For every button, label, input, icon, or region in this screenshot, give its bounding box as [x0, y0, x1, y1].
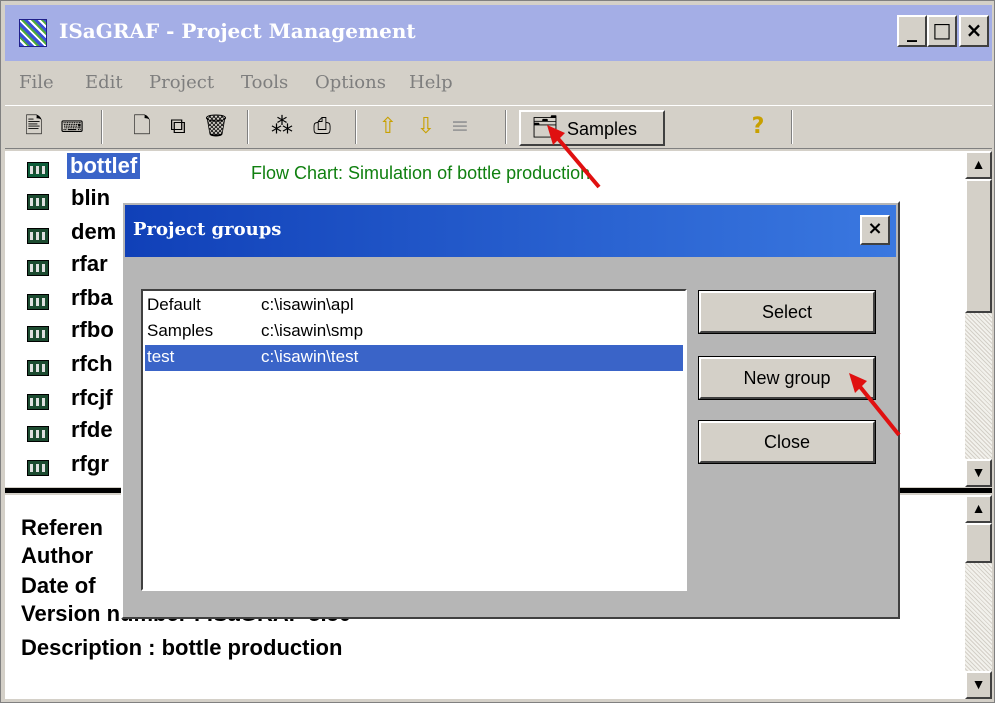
window-title: ISaGRAF - Project Management — [59, 19, 416, 43]
list-icon: ≡ — [450, 114, 470, 139]
group-list[interactable]: Default c:\isawin\apl Samples c:\isawin\… — [141, 289, 687, 591]
close-button-label: Close — [763, 432, 811, 452]
new-group-button[interactable]: New group — [699, 357, 875, 399]
select-button[interactable]: Select — [699, 291, 875, 333]
list-item[interactable]: bottlef Flow Chart: Simulation of bottle… — [17, 153, 917, 183]
project-description: Flow Chart: Simulation of bottle product… — [251, 163, 591, 183]
arrow-up-icon[interactable]: ⇧ — [373, 112, 403, 142]
menu-project[interactable]: Project — [149, 72, 214, 93]
toolbar-separator — [791, 110, 793, 144]
project-icon — [27, 294, 49, 310]
project-name: rfbo — [71, 317, 114, 342]
minimize-button[interactable]: _ — [897, 15, 927, 47]
project-icon — [27, 360, 49, 376]
title-bar[interactable]: ISaGRAF - Project Management _ □ × — [5, 5, 992, 61]
toolbar-separator — [505, 110, 507, 144]
scroll-down-button[interactable]: ▼ — [965, 671, 992, 699]
delete-project-icon[interactable]: 🗑 — [201, 112, 231, 142]
project-name: rfch — [71, 351, 113, 376]
project-icon — [27, 460, 49, 476]
project-icon — [27, 426, 49, 442]
project-icon — [27, 394, 49, 410]
project-name: blin — [71, 185, 111, 210]
project-icon — [27, 228, 49, 244]
close-window-button[interactable]: × — [959, 15, 989, 47]
samples-button[interactable]: 🗂 Samples — [519, 110, 665, 146]
arrow-down-icon[interactable]: ⇩ — [411, 112, 441, 142]
list-item-selected[interactable]: test c:\isawin\test — [145, 345, 683, 371]
project-name: rfde — [71, 417, 113, 442]
group-name: Default — [147, 295, 201, 314]
project-icon — [27, 260, 49, 276]
new-project-icon[interactable]: 🗋 — [127, 112, 157, 142]
project-info-icon[interactable]: 🖹 — [19, 112, 49, 142]
menu-help[interactable]: Help — [409, 72, 453, 93]
close-button[interactable]: Close — [699, 421, 875, 463]
folder-group-icon: 🗂 — [531, 114, 559, 139]
dialog-title-bar[interactable]: Project groups × — [125, 205, 896, 257]
print-icon[interactable]: ⎙ — [307, 112, 337, 142]
project-name: bottlef — [67, 153, 141, 179]
project-icon — [27, 194, 49, 210]
main-window: ISaGRAF - Project Management _ □ × File … — [0, 0, 995, 703]
project-groups-dialog: Project groups × Default c:\isawin\apl S… — [121, 201, 900, 619]
date-label: Date of — [21, 573, 96, 598]
group-path: c:\isawin\apl — [261, 295, 354, 314]
scroll-thumb[interactable] — [965, 523, 992, 563]
menu-tools[interactable]: Tools — [241, 72, 288, 93]
toolbar-separator — [247, 110, 249, 144]
new-group-button-label: New group — [743, 368, 831, 388]
info-scrollbar[interactable]: ▲ ▼ — [965, 495, 992, 699]
toolbar-separator — [355, 110, 357, 144]
project-icon — [27, 326, 49, 342]
scroll-up-button[interactable]: ▲ — [965, 151, 992, 179]
project-name: dem — [71, 219, 117, 244]
keyboard-icon[interactable]: ⌨ — [57, 112, 87, 142]
menu-options[interactable]: Options — [315, 72, 386, 93]
project-icon — [27, 162, 49, 178]
dialog-title: Project groups — [133, 219, 282, 240]
maximize-button[interactable]: □ — [927, 15, 957, 47]
group-path: c:\isawin\test — [261, 347, 359, 366]
project-name: rfcjf — [71, 385, 113, 410]
menu-bar: File Edit Project Tools Options Help — [5, 63, 992, 103]
dialog-close-icon[interactable]: × — [860, 215, 890, 245]
help-icon[interactable]: ? — [743, 112, 773, 142]
group-path: c:\isawin\smp — [261, 321, 364, 340]
scroll-up-button[interactable]: ▲ — [965, 495, 992, 523]
scroll-thumb[interactable] — [965, 179, 992, 313]
scroll-down-button[interactable]: ▼ — [965, 459, 992, 487]
list-item[interactable]: Default c:\isawin\apl — [145, 293, 683, 319]
project-name: rfgr — [71, 451, 109, 476]
isagraf-app-icon — [19, 19, 47, 47]
project-name: rfar — [71, 251, 108, 276]
toolbar: 🖹 ⌨ 🗋 ⧉ 🗑 ⁂ ⎙ ⇧ ⇩ ≡ 🗂 Samples ? — [5, 105, 992, 149]
group-name: test — [147, 347, 175, 366]
reference-label: Referen — [21, 515, 103, 540]
project-name: rfba — [71, 285, 113, 310]
project-list-scrollbar[interactable]: ▲ ▼ — [965, 151, 992, 487]
samples-label: Samples — [567, 119, 638, 139]
menu-file[interactable]: File — [19, 72, 54, 93]
copy-project-icon[interactable]: ⧉ — [163, 112, 193, 142]
description-label: Description : bottle production — [21, 635, 343, 660]
toolbar-separator — [101, 110, 103, 144]
author-label: Author — [21, 543, 94, 568]
group-name: Samples — [147, 321, 214, 340]
compile-icon[interactable]: ⁂ — [267, 112, 297, 142]
select-button-label: Select — [761, 302, 813, 322]
menu-edit[interactable]: Edit — [85, 72, 123, 93]
list-item[interactable]: Samples c:\isawin\smp — [145, 319, 683, 345]
